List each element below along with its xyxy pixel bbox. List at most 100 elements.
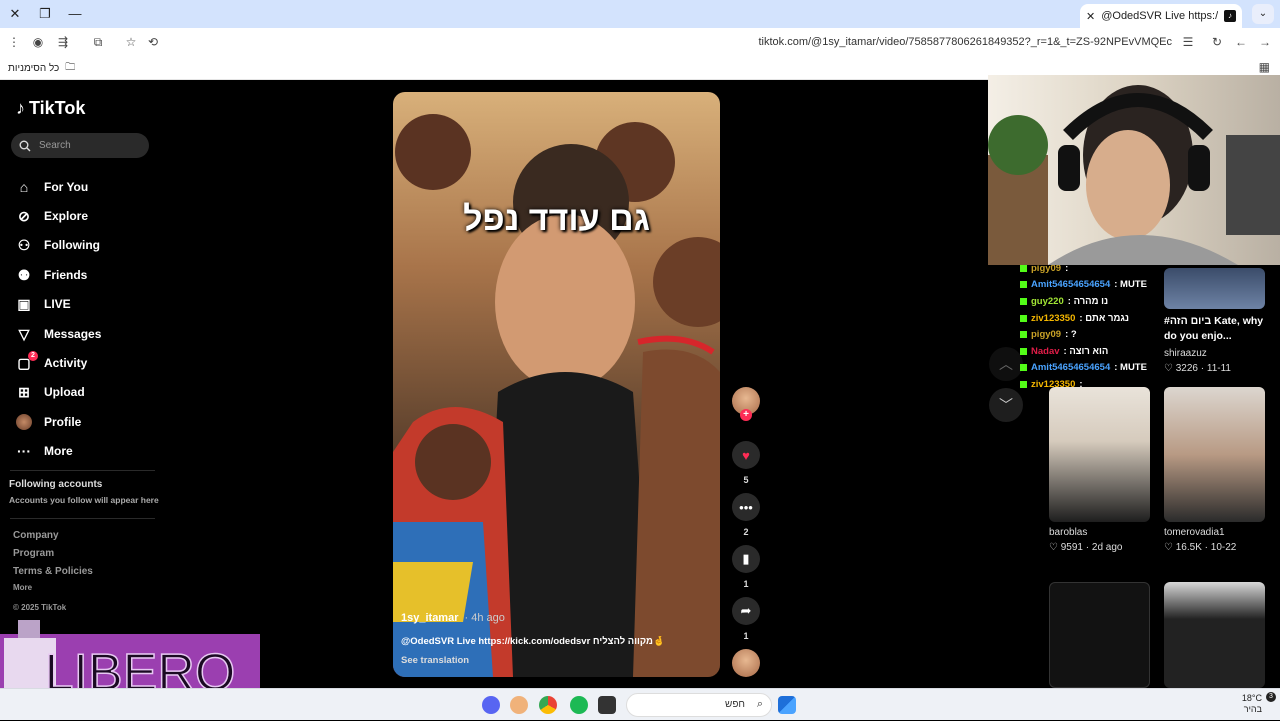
like-count: 5 bbox=[743, 475, 749, 485]
related-video-card[interactable]: baroblas ♡ 9591 · 2d ago bbox=[1049, 387, 1150, 553]
install-app-icon[interactable]: ⟲ bbox=[143, 32, 163, 52]
sidebar-item-upload[interactable]: ⊞ Upload bbox=[16, 378, 156, 407]
chat-text: : נו מהרה bbox=[1067, 295, 1109, 307]
sidebar-item-label: Messages bbox=[44, 326, 102, 341]
save-button[interactable]: ▮ 1 bbox=[731, 545, 761, 589]
taskbar-search[interactable]: חפש ⌕ bbox=[626, 693, 772, 717]
see-translation-link[interactable]: See translation bbox=[401, 655, 469, 666]
windows-start-icon[interactable] bbox=[778, 696, 796, 714]
sidebar-item-profile[interactable]: Profile bbox=[16, 407, 156, 436]
video-frame-illustration bbox=[393, 114, 720, 677]
profile-icon[interactable]: ◉ bbox=[28, 32, 48, 52]
site-settings-icon[interactable]: ☰ bbox=[1178, 32, 1198, 52]
video-thumbnail bbox=[1049, 387, 1150, 522]
search-box[interactable] bbox=[11, 133, 149, 158]
chat-message: guy220: נו מהרה bbox=[1020, 293, 1160, 310]
sound-avatar bbox=[732, 649, 760, 677]
sidebar-item-label: Activity bbox=[44, 356, 88, 371]
related-video-card[interactable]: tomerovadia1 ♡ 16.5K · 10-22 bbox=[1164, 387, 1265, 553]
sidebar-item-label: Explore bbox=[44, 209, 89, 224]
app-icon[interactable] bbox=[510, 696, 528, 714]
menu-icon[interactable]: ⋮ bbox=[4, 32, 24, 52]
back-icon[interactable]: → bbox=[1255, 32, 1275, 52]
url-text[interactable]: tiktok.com/@1sy_itamar/video/75858778062… bbox=[758, 30, 1172, 54]
chat-message: Nadav: הוא רוצה bbox=[1020, 343, 1160, 360]
sidebar-item-for-you[interactable]: ⌂ For You bbox=[16, 172, 156, 201]
kick-badge-icon bbox=[1020, 347, 1027, 355]
folder-icon: 🗀 bbox=[65, 62, 76, 73]
forward-icon[interactable]: ← bbox=[1231, 32, 1251, 52]
comment-button[interactable]: ••• 2 bbox=[731, 493, 761, 537]
next-video-button[interactable]: ﹀ bbox=[989, 388, 1023, 422]
creator-avatar-button[interactable]: + bbox=[731, 387, 761, 421]
tab-search-icon[interactable]: ⌄ bbox=[1252, 4, 1274, 24]
restore-window-icon[interactable]: ❐ bbox=[34, 4, 56, 24]
all-bookmarks[interactable]: כל הסימניות 🗀 bbox=[8, 60, 75, 77]
extensions-puzzle-icon[interactable]: ⧉ bbox=[88, 32, 108, 52]
like-button[interactable]: ♥ 5 bbox=[731, 441, 761, 485]
chat-text: : הוא רוצה bbox=[1063, 345, 1109, 357]
close-window-icon[interactable]: ✕ bbox=[4, 4, 26, 24]
related-video-card[interactable]: #ביום הזה Kate, why do you enjo... shira… bbox=[1164, 268, 1265, 374]
tiktok-favicon-icon: ♪ bbox=[1224, 10, 1236, 22]
search-input[interactable] bbox=[39, 140, 129, 151]
search-icon: ⌕ bbox=[756, 698, 763, 710]
share-icon: ➦ bbox=[732, 597, 760, 625]
video-time-ago: · 4h ago bbox=[464, 612, 505, 624]
related-video-card[interactable] bbox=[1049, 582, 1150, 688]
sidebar-item-friends[interactable]: ⚉ Friends bbox=[16, 260, 156, 289]
sound-avatar-button[interactable] bbox=[731, 649, 761, 677]
like-count: 16.5K bbox=[1175, 542, 1202, 553]
extension-icon[interactable]: ⇶ bbox=[53, 32, 73, 52]
tiktok-logo[interactable]: ♪ TikTok bbox=[16, 98, 85, 119]
previous-video-button[interactable]: ︿ bbox=[989, 347, 1023, 381]
chat-message: pigy09: ? bbox=[1020, 326, 1160, 343]
video-date: 11-11 bbox=[1206, 363, 1231, 374]
bookmark-star-icon[interactable]: ☆ bbox=[121, 32, 141, 52]
browser-tab[interactable]: ✕ @OdedSVR Live https://kick.co ♪ bbox=[1080, 4, 1242, 28]
address-bar[interactable]: tiktok.com/@1sy_itamar/video/75858778062… bbox=[116, 30, 1200, 54]
sidebar-item-following[interactable]: ⚇ Following bbox=[16, 231, 156, 260]
video-overlay-text: גם עודד נפל bbox=[463, 200, 650, 238]
follow-plus-icon[interactable]: + bbox=[740, 409, 752, 421]
minimize-window-icon[interactable]: — bbox=[64, 4, 86, 24]
following-accounts-heading: Following accounts bbox=[9, 479, 103, 490]
footer-more[interactable]: More bbox=[13, 583, 32, 592]
sidebar-item-activity[interactable]: ▢ 2 Activity bbox=[16, 348, 156, 377]
comment-count: 2 bbox=[743, 527, 749, 537]
chat-username: Amit54654654654 bbox=[1031, 279, 1111, 291]
chevron-down-icon: ﹀ bbox=[999, 397, 1013, 413]
following-accounts-hint: Accounts you follow will appear here bbox=[9, 495, 159, 505]
weather-widget[interactable]: 18°C בהיר bbox=[1242, 693, 1262, 715]
sidebar-item-more[interactable]: ··· More bbox=[16, 437, 156, 466]
weather-condition: בהיר bbox=[1243, 704, 1262, 714]
share-button[interactable]: ➦ 1 bbox=[731, 597, 761, 641]
heart-icon: ♥ bbox=[732, 441, 760, 469]
video-thumbnail bbox=[1049, 582, 1150, 688]
reload-icon[interactable]: ↻ bbox=[1207, 32, 1227, 52]
footer-link-program[interactable]: Program bbox=[13, 548, 54, 559]
apps-grid-icon[interactable]: ▦ bbox=[1259, 60, 1270, 74]
sidebar-item-live[interactable]: ▣ LIVE bbox=[16, 290, 156, 319]
sidebar-item-messages[interactable]: ▽ Messages bbox=[16, 319, 156, 348]
sidebar-item-explore[interactable]: ⊘ Explore bbox=[16, 201, 156, 230]
like-count: 9591 bbox=[1060, 542, 1083, 553]
discord-icon[interactable] bbox=[482, 696, 500, 714]
related-video-card[interactable] bbox=[1164, 582, 1265, 688]
terminal-icon[interactable] bbox=[598, 696, 616, 714]
footer-link-terms[interactable]: Terms & Policies bbox=[13, 566, 93, 577]
stream-chat-overlay: pigy09: Amit54654654654: MUTE guy220: נו מ… bbox=[1020, 260, 1160, 393]
video-thumbnail bbox=[1164, 387, 1265, 522]
video-player[interactable]: גם עודד נפל 1sy_itamar · 4h ago @OdedSVR… bbox=[393, 92, 720, 677]
spotify-icon[interactable] bbox=[570, 696, 588, 714]
creator-avatar: + bbox=[732, 387, 760, 421]
tab-close-icon[interactable]: ✕ bbox=[1086, 10, 1095, 23]
video-stats: ♡ 9591 · 2d ago bbox=[1049, 542, 1123, 553]
chat-message: ziv123350: bbox=[1020, 376, 1160, 393]
chat-username: Amit54654654654 bbox=[1031, 362, 1111, 374]
sidebar-item-label: Profile bbox=[44, 414, 82, 429]
chrome-icon[interactable] bbox=[539, 696, 557, 714]
footer-link-company[interactable]: Company bbox=[13, 530, 59, 541]
following-icon: ⚇ bbox=[17, 237, 31, 254]
video-author[interactable]: 1sy_itamar bbox=[401, 612, 459, 624]
